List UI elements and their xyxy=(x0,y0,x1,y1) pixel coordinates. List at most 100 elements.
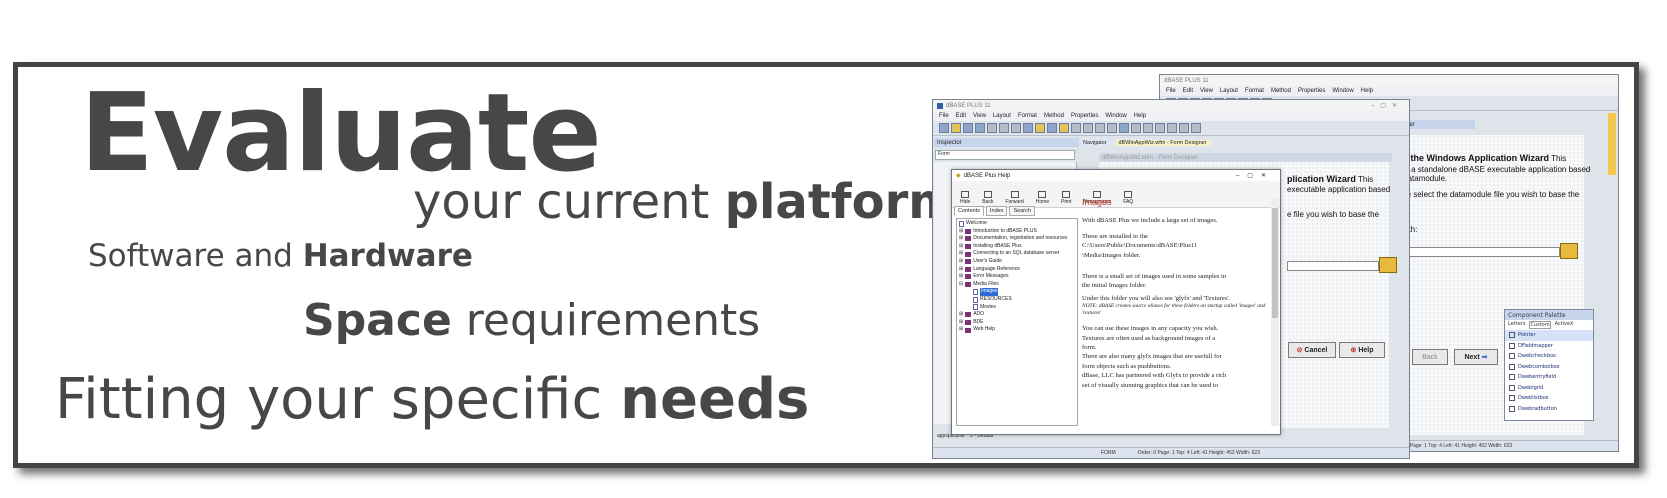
help-para: set of visually stunning graphics that c… xyxy=(1082,381,1219,389)
form-icon[interactable] xyxy=(1071,123,1081,133)
tree-item[interactable]: ⊞ ADO xyxy=(959,311,1075,319)
tree-item[interactable]: ⊞ BDE xyxy=(959,319,1075,327)
front-menu-method[interactable]: Method xyxy=(1044,113,1064,119)
listbox-icon xyxy=(1509,395,1515,402)
palette-item[interactable]: Dwebentryfield xyxy=(1505,372,1593,383)
tree-item[interactable]: RESOURCES xyxy=(959,296,1075,304)
cut-icon[interactable] xyxy=(987,123,997,133)
front-menu-layout[interactable]: Layout xyxy=(993,113,1011,119)
tree-item[interactable]: ⊞ Introduction to dBASE PLUS xyxy=(959,228,1075,236)
tree-item[interactable]: ⊞ Installing dBASE Plus xyxy=(959,243,1075,251)
back-menu-view[interactable]: View xyxy=(1200,88,1213,94)
tab-search[interactable]: Search xyxy=(1009,206,1035,216)
help-tabs: Contents Index Search xyxy=(954,206,1035,216)
paste-icon[interactable] xyxy=(1011,123,1021,133)
front-menu-edit[interactable]: Edit xyxy=(956,113,966,119)
tab-index[interactable]: Index xyxy=(986,206,1008,216)
tab-contents[interactable]: Contents xyxy=(954,206,985,216)
palette-item[interactable]: Dweblgrid xyxy=(1505,383,1593,394)
back-menu-edit[interactable]: Edit xyxy=(1183,88,1193,94)
palette-item[interactable]: Pointer xyxy=(1505,330,1593,341)
front-titlebar: dBASE PLUS 11 –▢✕ xyxy=(933,100,1409,111)
cancel-button[interactable]: ⊘ Cancel xyxy=(1288,342,1336,358)
back-button[interactable]: Back xyxy=(1412,349,1448,365)
book-open-icon xyxy=(965,282,972,288)
spacing-icon[interactable] xyxy=(1191,123,1201,133)
align-top-icon[interactable] xyxy=(1155,123,1165,133)
front-menu-properties[interactable]: Properties xyxy=(1071,113,1098,119)
back-path-input[interactable] xyxy=(1392,247,1560,257)
front-menu-format[interactable]: Format xyxy=(1018,113,1037,119)
back-nav-button[interactable]: Back xyxy=(982,191,993,207)
palette-tab-custom[interactable]: Custom xyxy=(1529,321,1551,329)
palette-tab-activex[interactable]: ActiveX xyxy=(1555,321,1574,329)
headline-needs: Fitting your specific needs xyxy=(55,372,809,428)
window-controls-icon[interactable]: –▢✕ xyxy=(1236,172,1274,179)
print-button[interactable]: Print xyxy=(1061,191,1071,207)
front-tab-strip: Navigator dBWinAppWiz.wfm - Form Designe… xyxy=(1079,138,1409,147)
tree-item[interactable]: ⊞ User's Guide xyxy=(959,258,1075,266)
tree-item[interactable]: Welcome xyxy=(959,220,1075,228)
size-icon[interactable] xyxy=(1179,123,1189,133)
tree-item[interactable]: ⊞ Language Reference xyxy=(959,266,1075,274)
folder-browse-icon[interactable] xyxy=(1379,257,1397,273)
help-button[interactable]: ⊕ Help xyxy=(1339,342,1385,358)
folder-browse-icon[interactable] xyxy=(1560,243,1578,259)
undo-icon[interactable] xyxy=(1023,123,1033,133)
back-menu-method[interactable]: Method xyxy=(1271,88,1291,94)
align-left-icon[interactable] xyxy=(1131,123,1141,133)
table-icon[interactable] xyxy=(1095,123,1105,133)
back-menu-properties[interactable]: Properties xyxy=(1298,88,1325,94)
home-button[interactable]: Home xyxy=(1036,191,1049,207)
help-titlebar: ◆ dBASE Plus Help –▢✕ xyxy=(952,170,1280,181)
back-menu-window[interactable]: Window xyxy=(1332,88,1353,94)
align-bottom-icon[interactable] xyxy=(1167,123,1177,133)
forward-button[interactable]: Forward xyxy=(1005,191,1024,207)
help-scroll-thumb[interactable] xyxy=(1272,208,1278,318)
tree-item[interactable]: Movies xyxy=(959,304,1075,312)
headline-platform: your current platform xyxy=(413,178,958,226)
front-menu-view[interactable]: View xyxy=(973,113,986,119)
design-icon[interactable] xyxy=(1047,123,1057,133)
new-icon[interactable] xyxy=(939,123,949,133)
palette-item[interactable]: Dweblistbox xyxy=(1505,393,1593,404)
front-menu-help[interactable]: Help xyxy=(1134,113,1146,119)
inspector-object-select[interactable]: Form xyxy=(935,150,1075,160)
help-icon[interactable] xyxy=(1119,123,1129,133)
copy-icon[interactable] xyxy=(999,123,1009,133)
print-icon[interactable] xyxy=(975,123,985,133)
palette-side-tab[interactable] xyxy=(1608,113,1616,175)
palette-item[interactable]: DFieldmapper xyxy=(1505,341,1593,352)
navigator-tab[interactable]: Navigator xyxy=(1079,140,1111,146)
query-icon[interactable] xyxy=(1107,123,1117,133)
palette-item[interactable]: Dwebcheckbox xyxy=(1505,351,1593,362)
window-controls-icon[interactable]: –▢✕ xyxy=(1371,102,1403,109)
help-scrollbar[interactable] xyxy=(1271,198,1279,426)
tree-item[interactable]: ⊟ Media Files xyxy=(959,281,1075,289)
run-icon[interactable] xyxy=(1035,123,1045,133)
palette-item[interactable]: Dwebradbutton xyxy=(1505,404,1593,415)
back-menu-layout[interactable]: Layout xyxy=(1220,88,1238,94)
front-menu-window[interactable]: Window xyxy=(1105,113,1126,119)
align-right-icon[interactable] xyxy=(1143,123,1153,133)
open-icon[interactable] xyxy=(951,123,961,133)
wizard-icon[interactable] xyxy=(1059,123,1069,133)
tree-item[interactable]: ⊞ Web Help xyxy=(959,326,1075,334)
palette-tab-letters[interactable]: Letters xyxy=(1508,321,1525,329)
back-menu-help[interactable]: Help xyxy=(1361,88,1373,94)
report-icon[interactable] xyxy=(1083,123,1093,133)
hide-button[interactable]: Hide xyxy=(960,191,970,207)
palette-item[interactable]: Dwebcomboibox xyxy=(1505,362,1593,373)
tree-item[interactable]: ⊞ Connecting to an SQL database server xyxy=(959,250,1075,258)
tree-item-selected[interactable]: Images xyxy=(959,288,1075,296)
save-icon[interactable] xyxy=(963,123,973,133)
back-menu-file[interactable]: File xyxy=(1166,88,1176,94)
tree-item[interactable]: ⊞ Documentation, registration and resourc… xyxy=(959,235,1075,243)
front-path-input[interactable] xyxy=(1287,261,1379,271)
next-button[interactable]: Next ➡ xyxy=(1454,349,1498,365)
tree-item[interactable]: ⊞ Error Messages xyxy=(959,273,1075,281)
back-menu-format[interactable]: Format xyxy=(1245,88,1264,94)
front-menu-file[interactable]: File xyxy=(939,113,949,119)
headline-platform-bold: platform xyxy=(724,174,959,230)
form-designer-tab[interactable]: dBWinAppWiz.wfm - Form Designer xyxy=(1114,139,1211,146)
